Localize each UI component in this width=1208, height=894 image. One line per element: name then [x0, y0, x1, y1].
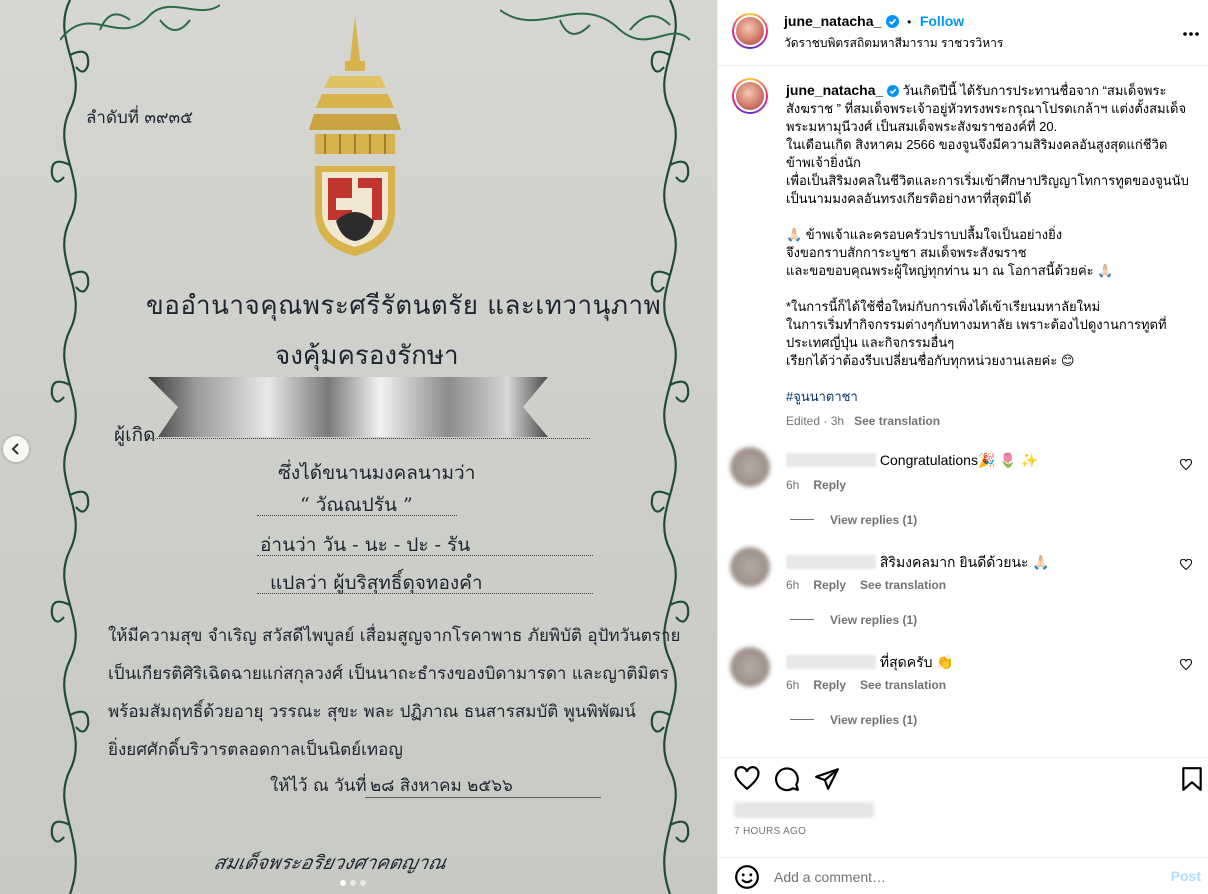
- post-media[interactable]: ลำดับที่ ๓๙๓๕ ขออำนาจคุณพระศรีรัตนตรัย แ…: [0, 0, 717, 894]
- see-translation-link[interactable]: See translation: [854, 414, 940, 428]
- carousel-dots: [340, 880, 366, 886]
- hashtag-link[interactable]: #จูนนาตาชา: [786, 389, 858, 404]
- certificate-blessing-3: พร้อมสัมฤทธิ์ด้วยอายุ วรรณะ สุขะ พละ ปฏิ…: [108, 702, 636, 722]
- top-right-flourish: [500, 9, 690, 41]
- reply-button[interactable]: Reply: [813, 478, 846, 492]
- caption-line: 🙏🏻 ข้าพเจ้าและครอบครัวปราบปลื้มใจเป็นอย่…: [786, 227, 1063, 242]
- comments-section[interactable]: june_natacha_ วันเกิดปีนี้ ได้รับการประท…: [718, 67, 1208, 757]
- certificate-line1: ขออำนาจคุณพระศรีรัตนตรัย และเทวานุภาพ: [146, 291, 662, 321]
- commenter-avatar[interactable]: [730, 547, 770, 587]
- reply-button[interactable]: Reply: [813, 678, 846, 692]
- certificate-granted-label: ซึ่งได้ขนานมงคลนามว่า: [278, 462, 476, 484]
- likes-count[interactable]: [734, 802, 874, 818]
- certificate-blessing-1: ให้มีความสุข จำเริญ สวัสดีไพบูลย์ เสื่อม…: [108, 626, 681, 646]
- heart-icon[interactable]: [1180, 459, 1192, 471]
- author-avatar[interactable]: [732, 13, 768, 49]
- post-sidebar: june_natacha_ • Follow วัดราชบพิตรสถิตมห…: [717, 0, 1208, 894]
- certificate-serial: ลำดับที่ ๓๙๓๕: [86, 108, 193, 128]
- caption-line: จึงขอกราบสักการะบูชา สมเด็จพระสังฆราช: [786, 245, 1027, 260]
- more-options-button[interactable]: [1183, 20, 1199, 41]
- certificate-blessing-4: ยิ่งยศศักดิ์บริวารตลอดกาลเป็นนิตย์เทอญ: [108, 740, 403, 760]
- post-actions: 7 HOURS AGO: [718, 757, 1208, 857]
- caption-line: เพื่อเป็นสิริมงคลในชีวิตและการเริ่มเข้าศ…: [786, 173, 1189, 206]
- post-caption: june_natacha_ วันเกิดปีนี้ ได้รับการประท…: [786, 81, 1196, 430]
- verified-badge-icon: [886, 85, 899, 97]
- post-location[interactable]: วัดราชบพิตรสถิตมหาสีมาราม ราชวรวิหาร: [784, 34, 1003, 53]
- commenter-username[interactable]: [786, 453, 876, 467]
- carousel-prev-button[interactable]: [3, 436, 29, 462]
- right-vine-border: [650, 0, 690, 894]
- caption-line: ในเดือนเกิด สิงหาคม 2566 ของจูนจึงมีความ…: [786, 137, 1168, 170]
- caption-author-avatar[interactable]: [732, 78, 768, 114]
- commenter-username[interactable]: [786, 555, 876, 569]
- certificate-signature: สมเด็จพระอริยวงศาคตญาณ: [211, 852, 449, 874]
- caption-edited-time: Edited · 3h: [786, 414, 845, 428]
- chevron-left-icon: [11, 443, 19, 455]
- certificate-born-label: ผู้เกิด: [114, 424, 156, 446]
- comment-text: Congratulations🎉 🌷 ✨: [879, 452, 1039, 468]
- reply-button[interactable]: Reply: [813, 578, 846, 592]
- comment-time: 6h: [786, 478, 800, 492]
- commenter-avatar[interactable]: [730, 647, 770, 687]
- comment-text: ที่สุดครับ 👏: [879, 654, 954, 670]
- caption-line: *ในการนี้ก็ได้ใช้ชื่อใหม่กับการเพิ่งได้เ…: [786, 299, 1101, 314]
- see-translation-link[interactable]: See translation: [860, 678, 946, 692]
- left-vine-border: [50, 0, 90, 894]
- post-header: june_natacha_ • Follow วัดราชบพิตรสถิตมห…: [718, 0, 1208, 66]
- view-replies-button[interactable]: View replies (1): [790, 613, 917, 627]
- add-comment-bar: Post: [718, 857, 1208, 894]
- author-username[interactable]: june_natacha_: [784, 13, 881, 29]
- commenter-avatar[interactable]: [730, 447, 770, 487]
- like-heart-icon[interactable]: [734, 766, 760, 792]
- comment-bubble-icon[interactable]: [774, 766, 800, 792]
- comment-text: สิริมงคลมาก ยินดีด้วยนะ 🙏🏻: [879, 554, 1050, 570]
- caption-line: ในการเริ่มทำกิจกรรมต่างๆกับทางมหาลัย เพร…: [786, 317, 1167, 350]
- carousel-dot: [350, 880, 356, 886]
- caption-line: เรียกได้ว่าต้องรีบเปลี่ยนชื่อกับทุกหน่วย…: [786, 353, 1075, 368]
- comment-input[interactable]: [774, 866, 1154, 888]
- certificate-given-at: ให้ไว้ ณ วันที่: [270, 776, 367, 796]
- see-translation-link[interactable]: See translation: [860, 578, 946, 592]
- heart-icon[interactable]: [1180, 659, 1192, 671]
- certificate-blessing-2: เป็นเกียรติศิริเฉิดฉายแก่สกุลวงศ์ เป็นนา…: [108, 664, 669, 684]
- certificate-date: ๒๘ สิงหาคม ๒๕๖๖: [370, 776, 513, 796]
- more-horizontal-icon: [1183, 32, 1199, 36]
- top-left-flourish: [60, 4, 220, 41]
- bookmark-icon[interactable]: [1180, 766, 1204, 792]
- commenter-username[interactable]: [786, 655, 876, 669]
- name-ribbon: [148, 377, 548, 437]
- carousel-dot: [340, 880, 346, 886]
- certificate-line2: จงคุ้มครองรักษา: [275, 341, 459, 371]
- view-replies-button[interactable]: View replies (1): [790, 713, 917, 727]
- caption-line: และขอขอบคุณพระผู้ใหญ่ทุกท่าน มา ณ โอกาสน…: [786, 263, 1114, 278]
- follow-button[interactable]: Follow: [920, 13, 964, 29]
- header-bullet: •: [907, 15, 912, 29]
- post-timestamp: 7 HOURS AGO: [734, 826, 807, 837]
- caption-username[interactable]: june_natacha_: [786, 82, 883, 98]
- comment-time: 6h: [786, 678, 800, 692]
- share-send-icon[interactable]: [814, 766, 840, 792]
- emoji-smiley-icon[interactable]: [734, 864, 760, 890]
- verified-badge-icon: [885, 15, 899, 28]
- heart-icon[interactable]: [1180, 559, 1192, 571]
- carousel-dot: [360, 880, 366, 886]
- certificate-image: ลำดับที่ ๓๙๓๕ ขออำนาจคุณพระศรีรัตนตรัย แ…: [0, 0, 717, 894]
- post-comment-button[interactable]: Post: [1171, 868, 1201, 884]
- royal-emblem-icon: [309, 16, 401, 256]
- view-replies-button[interactable]: View replies (1): [790, 513, 917, 527]
- comment-time: 6h: [786, 578, 800, 592]
